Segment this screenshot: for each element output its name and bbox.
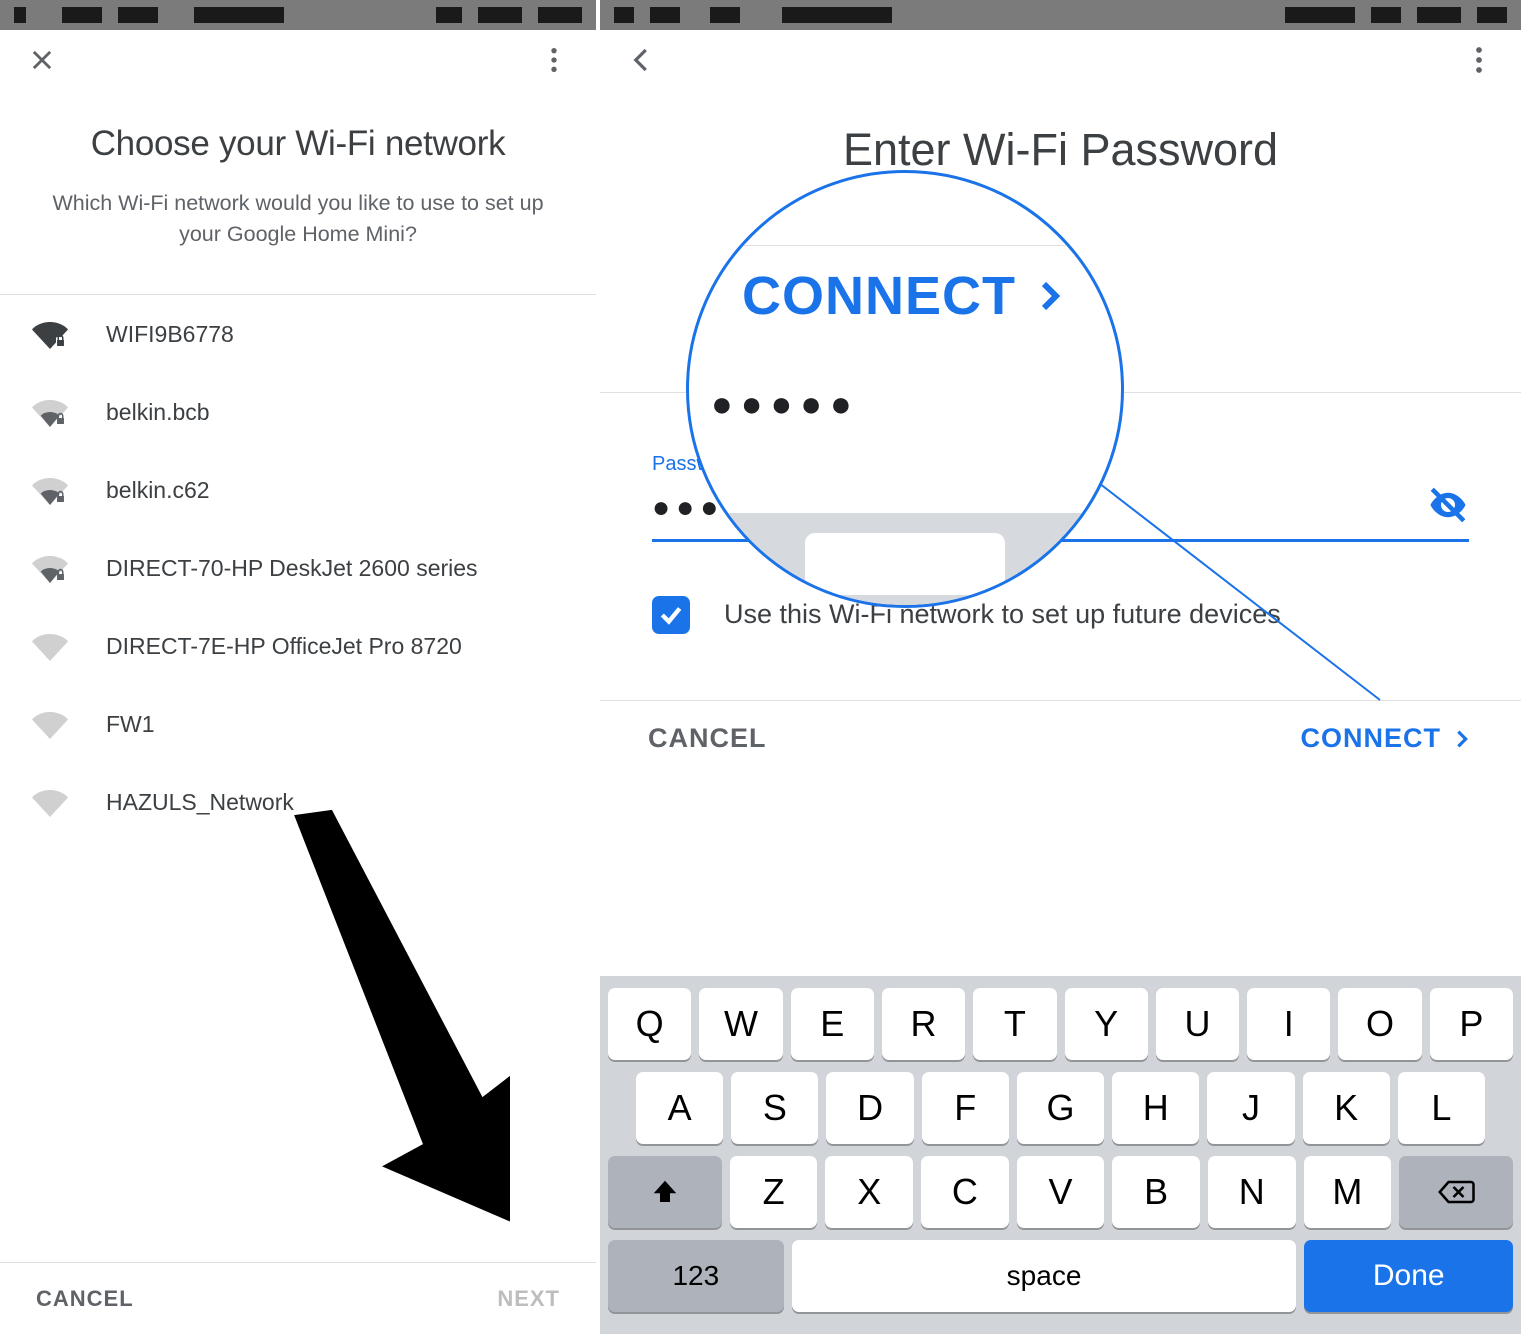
next-button[interactable]: NEXT xyxy=(497,1286,560,1312)
backspace-key[interactable] xyxy=(1399,1156,1513,1228)
wifi-icon xyxy=(30,631,70,661)
keyboard: Q W E R T Y U I O P A S D F G H J K L xyxy=(600,976,1521,1334)
wifi-icon xyxy=(30,787,70,817)
space-key[interactable]: space xyxy=(792,1240,1297,1312)
numeric-key[interactable]: 123 xyxy=(608,1240,784,1312)
key-s[interactable]: S xyxy=(731,1072,818,1144)
key-r[interactable]: R xyxy=(882,988,965,1060)
network-name: belkin.c62 xyxy=(106,477,210,504)
network-row[interactable]: belkin.c62 xyxy=(0,451,596,529)
key-i[interactable]: I xyxy=(1247,988,1330,1060)
key-n[interactable]: N xyxy=(1208,1156,1296,1228)
key-f[interactable]: F xyxy=(922,1072,1009,1144)
key-m[interactable]: M xyxy=(1304,1156,1392,1228)
annotation-magnifier: CONNECT ●●●●● xyxy=(686,170,1124,608)
more-icon[interactable] xyxy=(534,40,574,80)
network-row[interactable]: belkin.bcb xyxy=(0,373,596,451)
done-key[interactable]: Done xyxy=(1304,1240,1513,1312)
key-e[interactable]: E xyxy=(791,988,874,1060)
network-name: WIFI9B6778 xyxy=(106,321,234,348)
page-title: Enter Wi-Fi Password xyxy=(660,124,1461,176)
wifi-locked-icon xyxy=(30,319,70,349)
close-icon[interactable] xyxy=(22,40,62,80)
key-l[interactable]: L xyxy=(1398,1072,1485,1144)
wifi-locked-icon xyxy=(30,475,70,505)
shift-key[interactable] xyxy=(608,1156,722,1228)
wifi-icon xyxy=(30,709,70,739)
connect-label: CONNECT xyxy=(1301,723,1442,754)
magnifier-connect-button: CONNECT xyxy=(689,265,1121,327)
annotation-arrow-icon xyxy=(290,790,510,1270)
key-k[interactable]: K xyxy=(1303,1072,1390,1144)
network-name: HAZULS_Network xyxy=(106,789,294,816)
network-row[interactable]: WIFI9B6778 xyxy=(0,295,596,373)
network-list: WIFI9B6778 belkin.bcb belkin.c62 xyxy=(0,295,596,841)
key-z[interactable]: Z xyxy=(730,1156,818,1228)
remember-checkbox[interactable] xyxy=(652,596,690,634)
more-icon[interactable] xyxy=(1459,40,1499,80)
key-y[interactable]: Y xyxy=(1065,988,1148,1060)
key-a[interactable]: A xyxy=(636,1072,723,1144)
network-name: DIRECT-7E-HP OfficeJet Pro 8720 xyxy=(106,633,462,660)
key-h[interactable]: H xyxy=(1112,1072,1199,1144)
page-title: Choose your Wi-Fi network xyxy=(30,124,566,164)
key-g[interactable]: G xyxy=(1017,1072,1104,1144)
page-subtitle: Which Wi-Fi network would you like to us… xyxy=(30,188,566,250)
key-v[interactable]: V xyxy=(1017,1156,1105,1228)
key-j[interactable]: J xyxy=(1207,1072,1294,1144)
key-p[interactable]: P xyxy=(1430,988,1513,1060)
key-u[interactable]: U xyxy=(1156,988,1239,1060)
key-q[interactable]: Q xyxy=(608,988,691,1060)
next-label: NEXT xyxy=(497,1286,560,1312)
cancel-button[interactable]: CANCEL xyxy=(36,1286,134,1312)
key-w[interactable]: W xyxy=(699,988,782,1060)
visibility-off-icon[interactable] xyxy=(1427,484,1469,531)
network-name: belkin.bcb xyxy=(106,399,210,426)
key-t[interactable]: T xyxy=(973,988,1056,1060)
network-row[interactable]: HAZULS_Network xyxy=(0,763,596,841)
key-d[interactable]: D xyxy=(826,1072,913,1144)
cancel-button[interactable]: CANCEL xyxy=(648,723,767,754)
network-row[interactable]: DIRECT-7E-HP OfficeJet Pro 8720 xyxy=(0,607,596,685)
status-bar xyxy=(0,0,596,30)
connect-button[interactable]: CONNECT xyxy=(1301,723,1474,754)
status-bar xyxy=(600,0,1521,30)
key-c[interactable]: C xyxy=(921,1156,1009,1228)
wifi-locked-icon xyxy=(30,553,70,583)
key-x[interactable]: X xyxy=(825,1156,913,1228)
back-icon[interactable] xyxy=(622,40,662,80)
wifi-locked-icon xyxy=(30,397,70,427)
network-row[interactable]: FW1 xyxy=(0,685,596,763)
network-name: FW1 xyxy=(106,711,155,738)
key-o[interactable]: O xyxy=(1338,988,1421,1060)
magnifier-password-dots: ●●●●● xyxy=(711,383,860,425)
network-name: DIRECT-70-HP DeskJet 2600 series xyxy=(106,555,478,582)
key-b[interactable]: B xyxy=(1112,1156,1200,1228)
network-row[interactable]: DIRECT-70-HP DeskJet 2600 series xyxy=(0,529,596,607)
